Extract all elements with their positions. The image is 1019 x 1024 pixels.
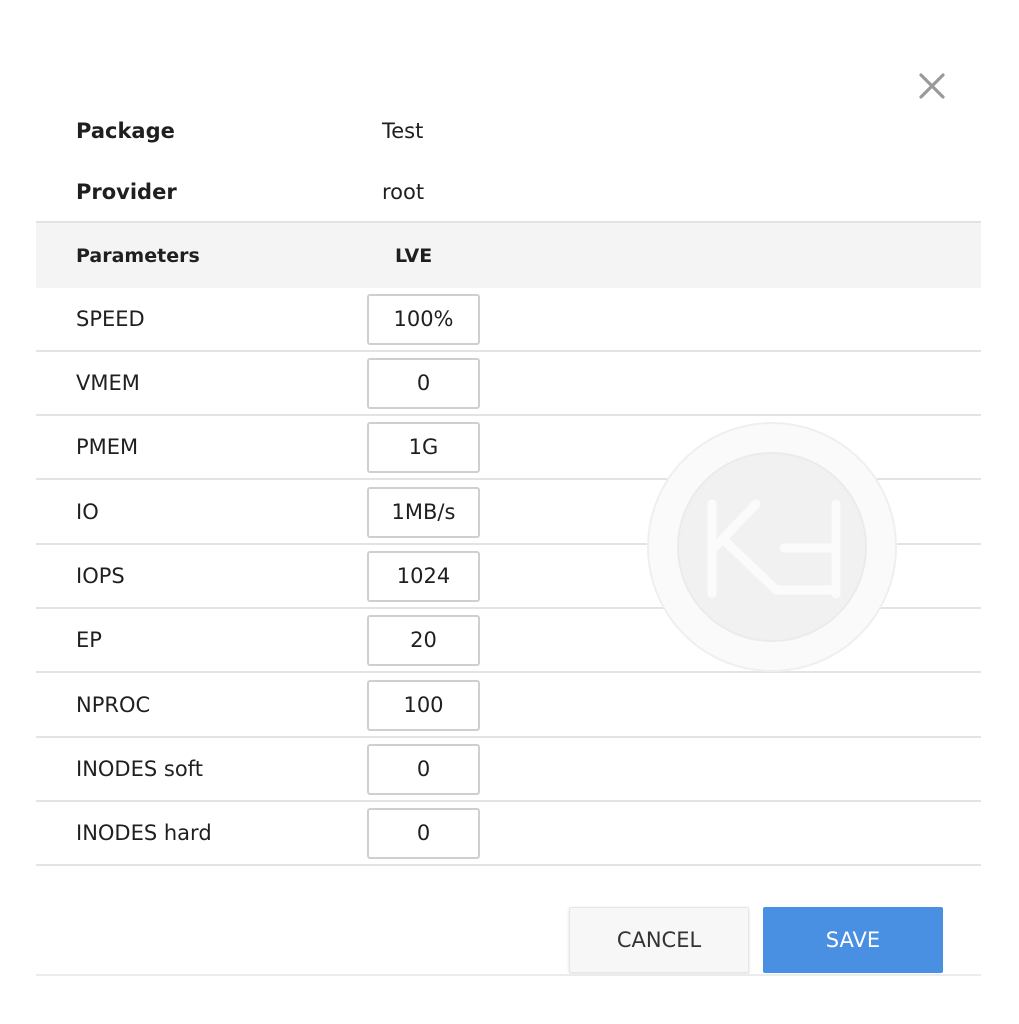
param-name-inodes-hard: INODES hard: [76, 821, 212, 845]
param-name-vmem: VMEM: [76, 371, 140, 395]
provider-value: root: [382, 180, 425, 204]
package-row: Package Test: [76, 111, 423, 151]
close-button[interactable]: [912, 66, 952, 106]
param-name-inodes-soft: INODES soft: [76, 757, 203, 781]
table-row: INODES soft: [36, 738, 981, 802]
save-button[interactable]: SAVE: [763, 907, 943, 973]
table-row: SPEED: [36, 288, 981, 352]
parameters-table-header: Parameters LVE: [36, 223, 981, 288]
footer-divider: [36, 974, 981, 976]
param-name-ep: EP: [76, 628, 102, 652]
vmem-input[interactable]: [367, 357, 480, 409]
watermark-logo: [647, 422, 897, 672]
nproc-input[interactable]: [367, 679, 480, 731]
package-value: Test: [382, 119, 424, 143]
provider-row: Provider root: [76, 172, 424, 212]
header-lve: LVE: [395, 244, 433, 267]
speed-input[interactable]: [367, 293, 480, 345]
iops-input[interactable]: [367, 550, 480, 602]
param-name-nproc: NPROC: [76, 693, 151, 717]
param-name-iops: IOPS: [76, 564, 125, 588]
table-row: INODES hard: [36, 802, 981, 866]
param-name-speed: SPEED: [76, 307, 145, 331]
table-row: NPROC: [36, 674, 981, 738]
io-input[interactable]: [367, 486, 480, 538]
param-name-pmem: PMEM: [76, 435, 139, 459]
pmem-input[interactable]: [367, 421, 480, 473]
table-row: VMEM: [36, 352, 981, 416]
cancel-button[interactable]: CANCEL: [569, 907, 749, 973]
inodes-hard-input[interactable]: [367, 807, 480, 859]
close-icon: [919, 73, 945, 99]
provider-label: Provider: [76, 180, 177, 204]
param-name-io: IO: [76, 500, 99, 524]
header-parameters: Parameters: [76, 244, 200, 267]
inodes-soft-input[interactable]: [367, 743, 480, 795]
package-label: Package: [76, 119, 175, 143]
ep-input[interactable]: [367, 614, 480, 666]
